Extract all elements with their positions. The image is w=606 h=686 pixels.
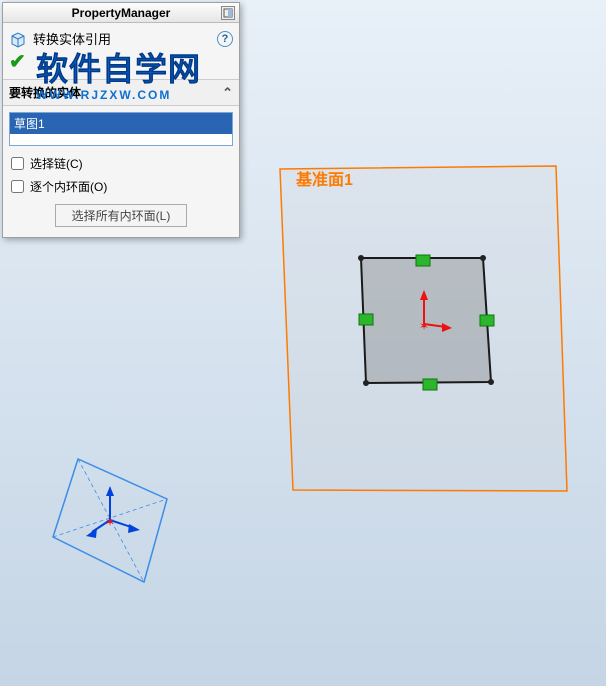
inner-faces-label: 逐个内环面(O): [30, 178, 107, 195]
entities-selection-list[interactable]: 草图1: [9, 112, 233, 146]
model-origin: ✶: [86, 486, 140, 538]
panel-pin-icon[interactable]: [221, 6, 235, 20]
collapse-icon[interactable]: ⌃: [222, 85, 233, 101]
inner-faces-row[interactable]: 逐个内环面(O): [9, 175, 233, 198]
entities-section-header[interactable]: 要转换的实体 ⌃: [3, 79, 239, 106]
panel-header-title: PropertyManager: [72, 6, 171, 20]
select-chain-label: 选择链(C): [30, 155, 83, 172]
entities-section-title: 要转换的实体: [9, 84, 81, 101]
panel-title-row: 转换实体引用 ?: [3, 23, 239, 52]
panel-title: 转换实体引用: [33, 29, 111, 48]
select-all-inner-loops-button[interactable]: 选择所有内环面(L): [55, 204, 188, 227]
svg-text:✶: ✶: [105, 515, 115, 529]
help-icon[interactable]: ?: [217, 31, 233, 47]
plane-label: 基准面1: [295, 170, 353, 189]
inner-faces-checkbox[interactable]: [11, 180, 24, 193]
svg-text:✶: ✶: [419, 319, 429, 333]
panel-action-row: ✔: [3, 52, 239, 79]
select-chain-checkbox[interactable]: [11, 157, 24, 170]
entities-section-body: 草图1 选择链(C) 逐个内环面(O) 选择所有内环面(L): [3, 106, 239, 237]
convert-entities-icon: [9, 30, 27, 48]
select-chain-row[interactable]: 选择链(C): [9, 152, 233, 175]
property-manager-panel: PropertyManager 转换实体引用 ? ✔ 要转换的实体 ⌃ 草图1: [2, 2, 240, 238]
panel-header: PropertyManager: [3, 3, 239, 23]
selection-item[interactable]: 草图1: [10, 113, 232, 134]
ok-button[interactable]: ✔: [9, 51, 26, 73]
